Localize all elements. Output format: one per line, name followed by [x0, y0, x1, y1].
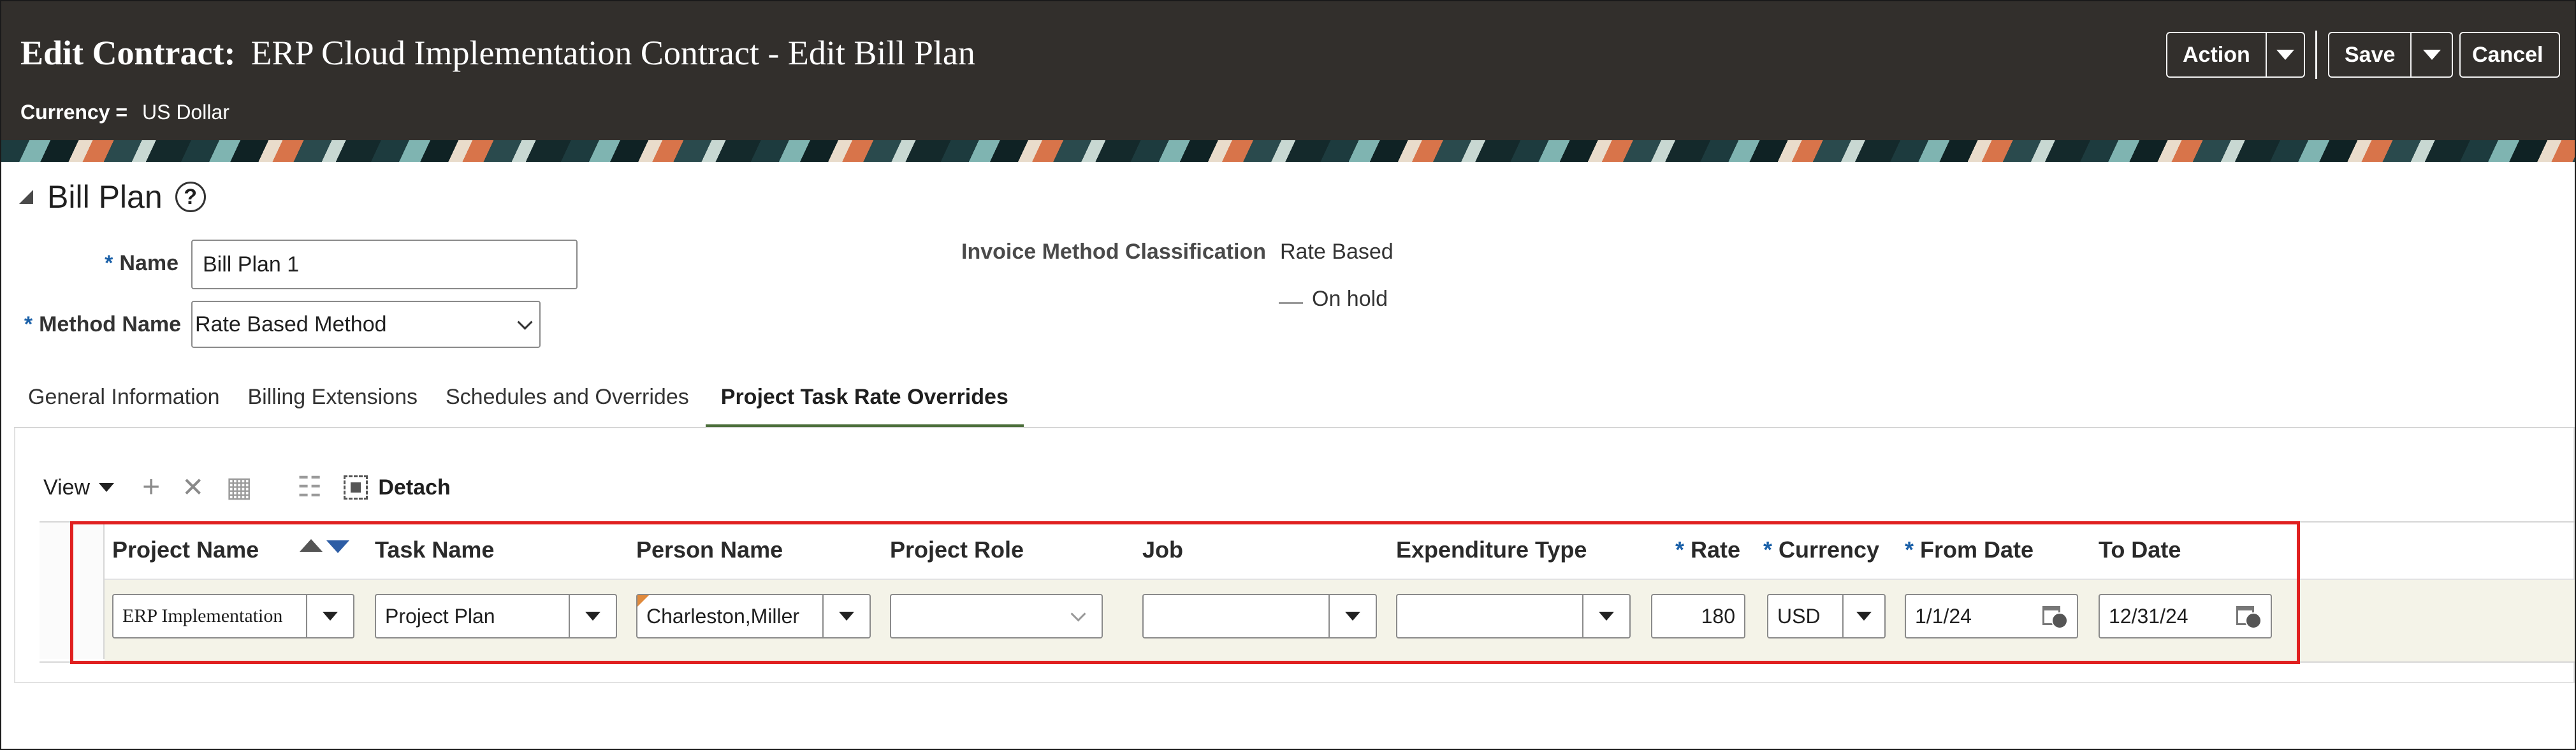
tab-schedules-and-overrides[interactable]: Schedules and Overrides [432, 380, 703, 428]
method-name-value[interactable]: Rate Based Method [195, 312, 387, 337]
invoice-method-value: Rate Based [1280, 240, 1394, 264]
detach-label[interactable]: Detach [378, 475, 450, 500]
annotation-highlight-box [70, 521, 2300, 664]
delete-icon: ✕ [182, 472, 205, 502]
grid-button[interactable]: ▦ [226, 473, 252, 501]
currency-info: Currency = US Dollar [20, 101, 229, 124]
invoice-method-label: Invoice Method Classification [961, 240, 1266, 264]
delete-row-button[interactable]: ✕ [182, 474, 204, 501]
action-menu-button[interactable]: Action [2166, 32, 2305, 78]
cancel-button[interactable]: Cancel [2459, 32, 2560, 78]
method-name-select[interactable]: Rate Based Method [191, 301, 541, 348]
name-field[interactable]: Bill Plan 1 [191, 240, 578, 289]
tab-general-information[interactable]: General Information [14, 380, 234, 428]
view-menu-label[interactable]: View [43, 475, 90, 500]
cancel-button-label[interactable]: Cancel [2461, 43, 2555, 68]
help-icon[interactable]: ? [175, 182, 206, 212]
action-dropdown-toggle[interactable] [2265, 33, 2304, 76]
chevron-down-icon [517, 314, 533, 330]
filter-icon: ☷ [296, 472, 323, 503]
header-divider [2315, 31, 2317, 79]
add-icon: + [142, 470, 161, 504]
section-title: Bill Plan [47, 179, 163, 215]
query-filter-button[interactable]: ☷ [297, 473, 322, 501]
tab-billing-extensions[interactable]: Billing Extensions [234, 380, 432, 428]
currency-value: US Dollar [142, 101, 229, 124]
add-row-button[interactable]: + [142, 472, 160, 503]
currency-label: Currency = [20, 101, 128, 124]
name-label-text: Name [119, 251, 178, 275]
save-button-label[interactable]: Save [2329, 43, 2410, 68]
required-icon: * [24, 312, 33, 336]
required-icon: * [105, 251, 113, 275]
name-label: * Name [76, 251, 178, 276]
bill-plan-section-header: Bill Plan ? [19, 178, 206, 215]
chevron-down-icon [99, 483, 115, 492]
page-title-text: ERP Cloud Implementation Contract - Edit… [251, 34, 975, 72]
detach-button[interactable]: Detach [344, 475, 451, 500]
on-hold-indicator [1279, 302, 1303, 304]
chevron-down-icon [2276, 50, 2294, 60]
view-menu[interactable]: View [43, 475, 115, 500]
decorative-banner [1, 140, 2575, 162]
method-name-label-text: Method Name [39, 312, 181, 336]
detach-icon [344, 475, 368, 500]
method-name-label: * Method Name [18, 312, 181, 337]
tab-bar: General Information Billing Extensions S… [14, 380, 1024, 428]
tab-project-task-rate-overrides[interactable]: Project Task Rate Overrides [705, 380, 1024, 428]
grid-icon: ▦ [226, 472, 252, 503]
save-button[interactable]: Save [2328, 32, 2453, 78]
on-hold-label: On hold [1312, 287, 1388, 311]
name-field-value[interactable]: Bill Plan 1 [203, 252, 299, 277]
page-title: Edit Contract: ERP Cloud Implementation … [20, 33, 975, 84]
page-title-label: Edit Contract: [20, 34, 236, 72]
save-dropdown-toggle[interactable] [2410, 33, 2452, 76]
action-button-label[interactable]: Action [2167, 43, 2266, 68]
chevron-down-icon [2422, 50, 2441, 60]
table-toolbar: View + ✕ ▦ ☷ Detach [43, 465, 472, 510]
collapse-icon[interactable] [19, 190, 33, 204]
